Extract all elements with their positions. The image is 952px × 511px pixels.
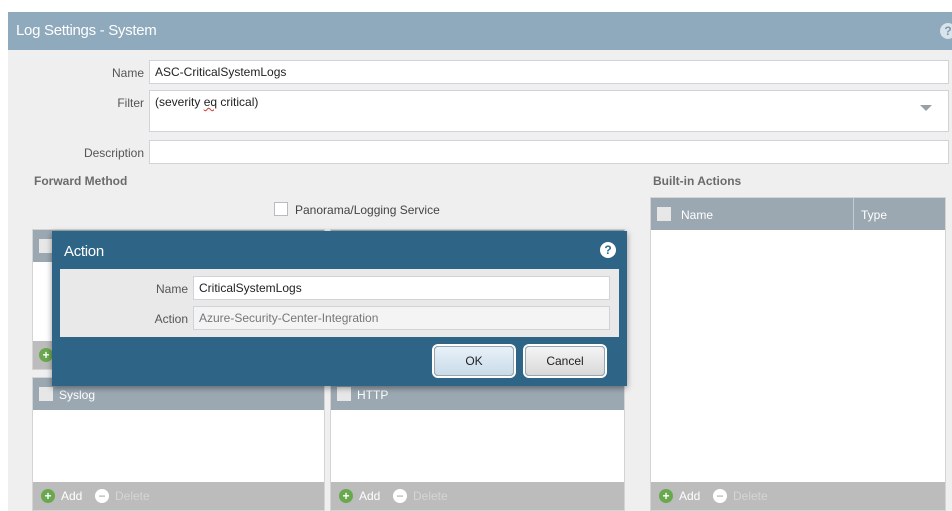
description-label: Description [83, 146, 144, 160]
plus-circle-icon[interactable]: + [41, 489, 55, 503]
minus-circle-icon: − [393, 489, 407, 503]
syslog-panel: Syslog + Add − Delete [32, 377, 325, 511]
column-divider [853, 198, 854, 230]
action-type-label: Action [154, 312, 188, 326]
filter-suffix: critical) [217, 95, 259, 109]
select-all-checkbox[interactable] [39, 239, 53, 253]
cancel-button[interactable]: Cancel [525, 346, 605, 376]
modal-title: Action [64, 243, 104, 260]
panel-footer: + Add − Delete [33, 482, 324, 510]
action-modal: Action ? Name CriticalSystemLogs Action … [52, 231, 627, 386]
http-header-label: HTTP [357, 388, 389, 402]
syslog-header-label: Syslog [59, 388, 96, 402]
add-button[interactable]: Add [61, 489, 82, 503]
delete-button: Delete [115, 489, 150, 503]
chevron-down-icon[interactable] [920, 105, 932, 111]
dialog-title: Log Settings - System [8, 12, 952, 50]
builtin-actions-title: Built-in Actions [653, 174, 742, 188]
add-button[interactable]: Add [359, 489, 380, 503]
panel-footer: + Add − Delete [331, 482, 624, 510]
delete-button: Delete [413, 489, 448, 503]
plus-circle-icon[interactable]: + [659, 489, 673, 503]
ok-button[interactable]: OK [434, 346, 514, 376]
select-all-checkbox[interactable] [39, 387, 53, 401]
minus-circle-icon: − [713, 489, 727, 503]
action-type-field: Azure-Security-Center-Integration [193, 306, 610, 330]
builtin-actions-panel: Name Type + Add − Delete [650, 197, 946, 511]
modal-body: Name CriticalSystemLogs Action Azure-Sec… [60, 269, 619, 337]
filter-prefix: (severity [155, 95, 204, 109]
name-label: Name [111, 66, 144, 80]
help-icon[interactable]: ? [940, 23, 952, 39]
http-panel: HTTP + Add − Delete [330, 377, 625, 511]
action-name-label: Name [155, 282, 188, 296]
select-all-checkbox[interactable] [337, 387, 351, 401]
panel-footer: + Add − Delete [651, 482, 945, 510]
panorama-checkbox[interactable] [274, 202, 288, 216]
column-header-type[interactable]: Type [861, 208, 887, 222]
delete-button: Delete [733, 489, 768, 503]
filter-label: Filter [117, 96, 144, 110]
name-input[interactable]: ASC-CriticalSystemLogs [149, 60, 949, 84]
filter-input[interactable]: (severity eq critical) [149, 90, 949, 132]
plus-circle-icon[interactable]: + [39, 348, 53, 362]
minus-circle-icon: − [95, 489, 109, 503]
action-name-input[interactable]: CriticalSystemLogs [193, 276, 610, 300]
help-icon[interactable]: ? [600, 242, 616, 258]
forward-method-title: Forward Method [34, 174, 128, 188]
filter-operator: eq [203, 95, 218, 109]
column-header-name[interactable]: Name [681, 208, 713, 222]
panorama-label: Panorama/Logging Service [295, 203, 440, 217]
select-all-checkbox[interactable] [657, 207, 671, 221]
add-button[interactable]: Add [679, 489, 700, 503]
description-input[interactable] [149, 140, 949, 164]
builtin-table-header: Name Type [651, 198, 945, 230]
plus-circle-icon[interactable]: + [339, 489, 353, 503]
